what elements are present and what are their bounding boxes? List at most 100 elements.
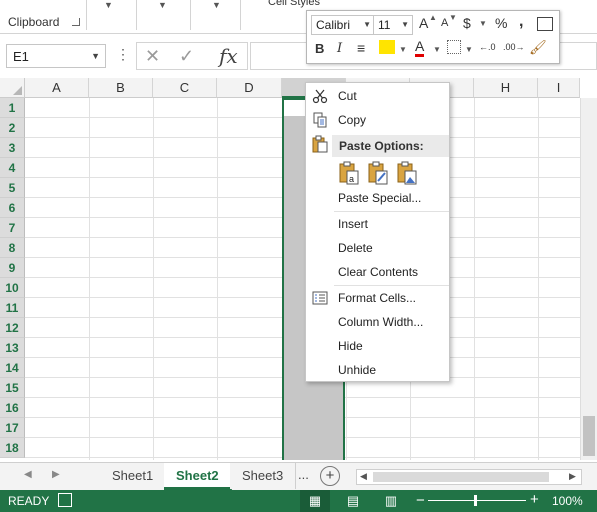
normal-view-icon[interactable]: ▦ — [300, 490, 330, 512]
chevron-down-icon[interactable]: ▼ — [433, 45, 441, 54]
worksheet-grid[interactable]: ABCDEFGHI 123456789101112131415161718 — [0, 78, 597, 460]
column-header-b[interactable]: B — [89, 78, 153, 98]
font-size-select[interactable]: 11 ▼ — [373, 15, 413, 35]
scroll-thumb[interactable] — [373, 472, 549, 482]
sheet-tab-2[interactable]: Sheet2 — [164, 463, 232, 490]
font-color-button[interactable]: A — [415, 39, 425, 57]
chevron-down-icon[interactable]: ▼ — [363, 16, 371, 34]
cell-styles-button[interactable]: Cell Styles — [268, 0, 320, 8]
row-header-10[interactable]: 10 — [0, 278, 25, 298]
currency-button[interactable]: $ — [463, 15, 471, 31]
percent-button[interactable]: % — [495, 15, 507, 31]
column-header-i[interactable]: I — [538, 78, 580, 98]
cancel-icon[interactable]: ✕ — [145, 46, 160, 67]
paste-picture-icon[interactable] — [396, 161, 418, 185]
vertical-scrollbar[interactable] — [580, 98, 597, 460]
chevron-down-icon[interactable]: ▼ — [479, 19, 487, 28]
menu-item-unhide[interactable]: Unhide — [306, 359, 449, 381]
row-header-12[interactable]: 12 — [0, 318, 25, 338]
comma-button[interactable]: , — [519, 13, 523, 31]
menu-item-paste-special[interactable]: Paste Special... — [306, 187, 449, 209]
row-header-18[interactable]: 18 — [0, 438, 25, 458]
row-header-1[interactable]: 1 — [0, 98, 25, 118]
page-break-view-icon[interactable]: ▥ — [376, 490, 406, 512]
insert-function-icon[interactable]: fx — [219, 44, 238, 68]
row-header-16[interactable]: 16 — [0, 398, 25, 418]
menu-item-cut[interactable]: Cut — [306, 85, 449, 107]
menu-item-hide[interactable]: Hide — [306, 335, 449, 357]
bold-button[interactable]: B — [315, 41, 324, 56]
zoom-slider[interactable] — [428, 500, 526, 501]
row-header-2[interactable]: 2 — [0, 118, 25, 138]
next-sheet-icon[interactable]: ▶ — [52, 469, 60, 480]
menu-item-label: Hide — [338, 339, 363, 353]
page-layout-view-icon[interactable]: ▤ — [338, 490, 368, 512]
chevron-down-icon[interactable]: ▼ — [399, 45, 407, 54]
grow-font-button[interactable]: A — [419, 15, 428, 31]
ribbon-divider — [190, 0, 191, 30]
chevron-down-icon[interactable]: ▼ — [91, 51, 100, 61]
clipboard-launcher-icon[interactable] — [72, 18, 80, 26]
menu-item-insert[interactable]: Insert — [306, 213, 449, 235]
zoom-slider-thumb[interactable] — [474, 495, 477, 506]
shrink-font-button[interactable]: A — [441, 17, 448, 29]
menu-item-copy[interactable]: Copy — [306, 109, 449, 131]
row-header-13[interactable]: 13 — [0, 338, 25, 358]
borders-icon[interactable] — [447, 40, 461, 54]
horizontal-scrollbar[interactable]: ◀ ▶ — [356, 469, 582, 485]
paste-formatting-icon[interactable] — [367, 161, 389, 185]
chevron-down-icon[interactable]: ▼ — [401, 16, 409, 34]
ribbon-divider — [240, 0, 241, 30]
row-header-14[interactable]: 14 — [0, 358, 25, 378]
format-painter-icon[interactable]: 🖌 — [529, 39, 547, 56]
paste-values-icon[interactable]: a — [338, 161, 360, 185]
zoom-level[interactable]: 100% — [552, 494, 583, 508]
zoom-in-button[interactable]: + — [530, 491, 539, 508]
chevron-down-icon[interactable]: ▼ — [104, 0, 113, 10]
align-center-icon[interactable]: ≡ — [357, 40, 365, 56]
enter-icon[interactable]: ✓ — [179, 46, 194, 67]
row-header-7[interactable]: 7 — [0, 218, 25, 238]
fill-color-icon[interactable] — [379, 40, 395, 54]
italic-button[interactable]: I — [337, 41, 342, 56]
sheet-tab-3[interactable]: Sheet3 — [230, 463, 297, 489]
chevron-down-icon[interactable]: ▼ — [212, 0, 221, 10]
row-header-9[interactable]: 9 — [0, 258, 25, 278]
row-header-5[interactable]: 5 — [0, 178, 25, 198]
font-name-select[interactable]: Calibri ▼ — [311, 15, 375, 35]
more-options-icon[interactable]: ⋮ — [116, 46, 130, 63]
chevron-down-icon[interactable]: ▼ — [465, 45, 473, 54]
status-bar: READY ▦ ▤ ▥ − + 100% — [0, 490, 597, 512]
column-header-d[interactable]: D — [217, 78, 282, 98]
column-header-h[interactable]: H — [474, 78, 538, 98]
menu-item-label: Paste Special... — [338, 191, 422, 205]
zoom-out-button[interactable]: − — [416, 492, 425, 509]
row-header-6[interactable]: 6 — [0, 198, 25, 218]
more-sheets-button[interactable]: ... — [298, 467, 309, 482]
column-header-a[interactable]: A — [25, 78, 89, 98]
row-header-8[interactable]: 8 — [0, 238, 25, 258]
prev-sheet-icon[interactable]: ◀ — [24, 469, 32, 480]
macro-record-icon[interactable] — [58, 493, 72, 507]
sheet-tab-1[interactable]: Sheet1 — [100, 463, 167, 489]
row-header-15[interactable]: 15 — [0, 378, 25, 398]
format-painter-table-icon[interactable] — [537, 17, 553, 31]
column-header-c[interactable]: C — [153, 78, 217, 98]
increase-decimal-icon[interactable]: ←.0 — [479, 42, 496, 52]
chevron-down-icon[interactable]: ▼ — [158, 0, 167, 10]
menu-item-clear-contents[interactable]: Clear Contents — [306, 261, 449, 283]
row-header-11[interactable]: 11 — [0, 298, 25, 318]
scroll-left-icon[interactable]: ◀ — [360, 471, 367, 482]
scroll-thumb[interactable] — [583, 416, 595, 456]
menu-item-format-cells[interactable]: Format Cells... — [306, 287, 449, 309]
name-box[interactable]: E1 ▼ — [6, 44, 106, 68]
row-header-3[interactable]: 3 — [0, 138, 25, 158]
decrease-decimal-icon[interactable]: .00→ — [503, 42, 525, 52]
menu-item-delete[interactable]: Delete — [306, 237, 449, 259]
menu-item-column-width[interactable]: Column Width... — [306, 311, 449, 333]
row-header-4[interactable]: 4 — [0, 158, 25, 178]
select-all-button[interactable] — [0, 78, 25, 98]
add-sheet-button[interactable]: + — [320, 466, 340, 486]
scroll-right-icon[interactable]: ▶ — [569, 471, 576, 482]
row-header-17[interactable]: 17 — [0, 418, 25, 438]
